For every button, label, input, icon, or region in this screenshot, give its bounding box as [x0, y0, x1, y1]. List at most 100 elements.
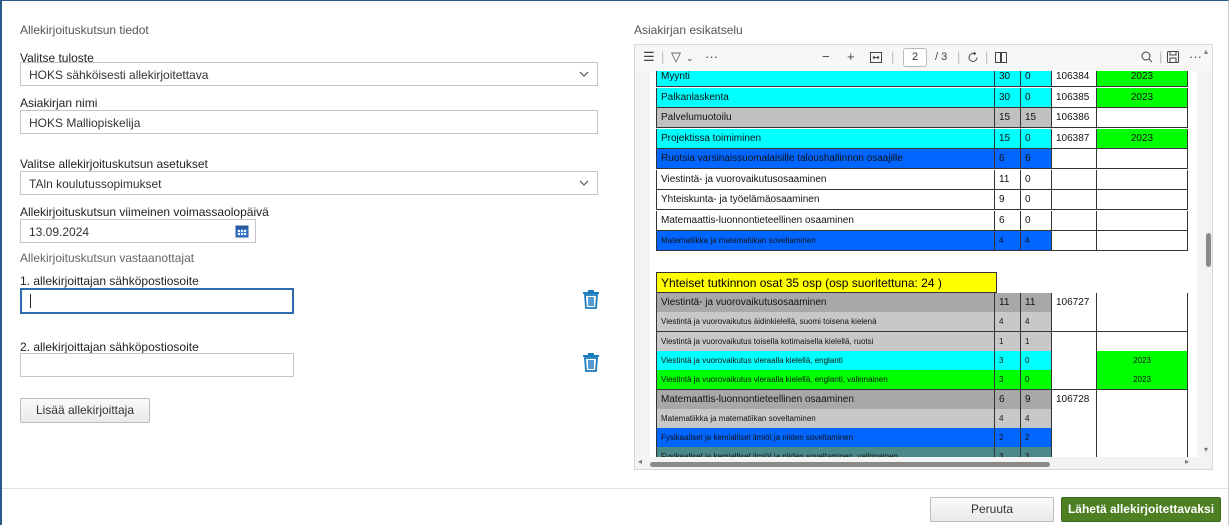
table-cell-a: 30	[995, 71, 1021, 87]
settings-select-value: TAln koulutussopimukset	[29, 177, 162, 191]
more-icon[interactable]: ···	[705, 49, 718, 64]
print-select[interactable]: HOKS sähköisesti allekirjoitettava	[20, 62, 598, 86]
table-cell-name: Viestintä- ja vuorovaikutusosaaminen	[656, 293, 995, 313]
zoom-out-button[interactable]: −	[822, 49, 830, 64]
table-row: Viestintä ja vuorovaikutus vieraalla kie…	[656, 370, 1188, 391]
search-icon[interactable]	[1141, 51, 1153, 64]
table-cell-code	[1052, 169, 1097, 190]
table-cell-year	[1097, 389, 1188, 410]
chevron-down-icon[interactable]: ⌄	[686, 53, 694, 64]
chevron-down-icon	[579, 180, 589, 186]
chevron-down-icon	[579, 71, 589, 77]
table-row: Palvelumuotoilu 15 15 106386	[656, 108, 1188, 128]
expiry-date-value: 13.09.2024	[29, 225, 90, 239]
table-cell-a: 3	[995, 350, 1021, 371]
table-cell-code	[1052, 447, 1097, 457]
table-cell-year	[1097, 108, 1188, 128]
settings-select-label: Valitse allekirjoituskutsun asetukset	[20, 157, 208, 171]
horizontal-scrollbar[interactable]: ◂ ▸	[635, 457, 1197, 469]
page-number-input[interactable]: 2	[903, 48, 927, 67]
table-row: Viestintä- ja vuorovaikutusosaaminen 11 0	[656, 169, 1188, 190]
pdf-viewer: ☰ | ▽ ⌄ ··· − + | 2 / 3 | | | ··· Myynti…	[634, 44, 1213, 470]
scroll-right-icon[interactable]: ▸	[1185, 457, 1189, 466]
table-cell-year: 2023	[1097, 87, 1188, 108]
table-cell-a: 9	[995, 190, 1021, 210]
table-cell-name: Viestintä ja vuorovaikutus toisella koti…	[656, 331, 995, 352]
signer1-email-input[interactable]	[20, 288, 294, 314]
table-cell-b: 0	[1021, 210, 1052, 231]
table-cell-year	[1097, 447, 1188, 457]
expiry-date-input[interactable]: 13.09.2024	[20, 219, 256, 243]
scrollbar-thumb[interactable]	[650, 462, 1050, 467]
cancel-button[interactable]: Peruuta	[930, 497, 1054, 522]
contents-icon[interactable]: ☰	[643, 49, 655, 65]
table-cell-code	[1052, 190, 1097, 210]
table-cell-b: 9	[1021, 389, 1052, 410]
table-cell-code	[1052, 312, 1097, 333]
add-signer-button[interactable]: Lisää allekirjoittaja	[20, 398, 150, 423]
table-cell-code: 106384	[1052, 71, 1097, 87]
rotate-icon[interactable]	[967, 51, 979, 64]
toolbar-divider: |	[891, 49, 895, 64]
table-cell-a: 11	[995, 293, 1021, 313]
table-cell-code	[1052, 149, 1097, 169]
signer2-email-input[interactable]	[20, 353, 294, 377]
send-for-signature-button[interactable]: Lähetä allekirjoitettavaksi	[1061, 497, 1221, 522]
footer-divider	[2, 488, 1228, 489]
table-cell-b: 0	[1021, 190, 1052, 210]
table-cell-b: 4	[1021, 231, 1052, 251]
table-cell-b: 1	[1021, 331, 1052, 352]
table-cell-b: 15	[1021, 108, 1052, 128]
fit-width-icon[interactable]	[870, 52, 882, 63]
table-row: Myynti 30 0 106384 2023	[656, 71, 1188, 87]
table-cell-name: Matemaattis-luonnontieteellinen osaamine…	[656, 210, 995, 231]
table-cell-year	[1097, 428, 1188, 449]
table-cell-code	[1052, 210, 1097, 231]
table-cell-name: Myynti	[656, 71, 995, 87]
toolbar-divider: |	[957, 49, 961, 64]
table-cell-name: Viestintä- ja vuorovaikutusosaaminen	[656, 169, 995, 190]
table-cell-a: 4	[995, 408, 1021, 429]
table-cell-a: 6	[995, 389, 1021, 410]
table-cell-a: 3	[995, 370, 1021, 391]
signer1-email-label: 1. allekirjoittajan sähköpostiosoite	[20, 274, 199, 288]
settings-select[interactable]: TAln koulutussopimukset	[20, 171, 598, 195]
signer2-email-label: 2. allekirjoittajan sähköpostiosoite	[20, 340, 199, 354]
save-icon[interactable]	[1167, 51, 1179, 63]
doc-name-label: Asiakirjan nimi	[20, 96, 98, 110]
table-row: Matematiikka ja matematiikan soveltamine…	[656, 231, 1188, 251]
table-row: Palkanlaskenta 30 0 106385 2023	[656, 87, 1188, 108]
table-cell-year	[1097, 190, 1188, 210]
trash-icon[interactable]	[582, 289, 600, 309]
vertical-scrollbar[interactable]: ▴ ▾	[1201, 45, 1212, 469]
page-view-icon[interactable]	[995, 52, 1007, 63]
page-total: / 3	[935, 51, 948, 63]
table-cell-b: 11	[1021, 293, 1052, 313]
trash-icon[interactable]	[582, 352, 600, 372]
pdf-toolbar: ☰ | ▽ ⌄ ··· − + | 2 / 3 | | | ···	[635, 45, 1212, 71]
scroll-down-icon[interactable]: ▾	[1204, 445, 1208, 454]
zoom-in-button[interactable]: +	[847, 49, 855, 64]
doc-name-input[interactable]: HOKS Malliopiskelija	[20, 110, 598, 134]
table-cell-year	[1097, 210, 1188, 231]
table-cell-b: 2	[1021, 428, 1052, 449]
scroll-left-icon[interactable]: ◂	[638, 457, 642, 466]
table-cell-name: Viestintä ja vuorovaikutus vieraalla kie…	[656, 370, 995, 391]
scroll-up-icon[interactable]: ▴	[1204, 47, 1208, 56]
table-row: Fysikaaliset ja kemialliset ilmiöt ja ni…	[656, 447, 1188, 457]
table-cell-name: Fysikaaliset ja kemialliset ilmiöt ja ni…	[656, 428, 995, 449]
calendar-icon[interactable]	[235, 224, 249, 238]
scrollbar-thumb[interactable]	[1206, 233, 1211, 267]
print-select-value: HOKS sähköisesti allekirjoitettava	[29, 68, 209, 82]
table-cell-name: Projektissa toimiminen	[656, 128, 995, 149]
table-cell-b: 0	[1021, 87, 1052, 108]
table-cell-a: 1	[995, 331, 1021, 352]
highlight-icon[interactable]: ▽	[671, 49, 681, 65]
pdf-page: Myynti 30 0 106384 2023 Palkanlaskenta 30 0 1063…	[650, 71, 1197, 457]
table-cell-code: 106385	[1052, 87, 1097, 108]
table-cell-code: 106387	[1052, 128, 1097, 149]
table-cell-a: 11	[995, 169, 1021, 190]
table-cell-name: Palvelumuotoilu	[656, 108, 995, 128]
expiry-label: Allekirjoituskutsun viimeinen voimassaol…	[20, 205, 269, 219]
table-cell-year	[1097, 231, 1188, 251]
